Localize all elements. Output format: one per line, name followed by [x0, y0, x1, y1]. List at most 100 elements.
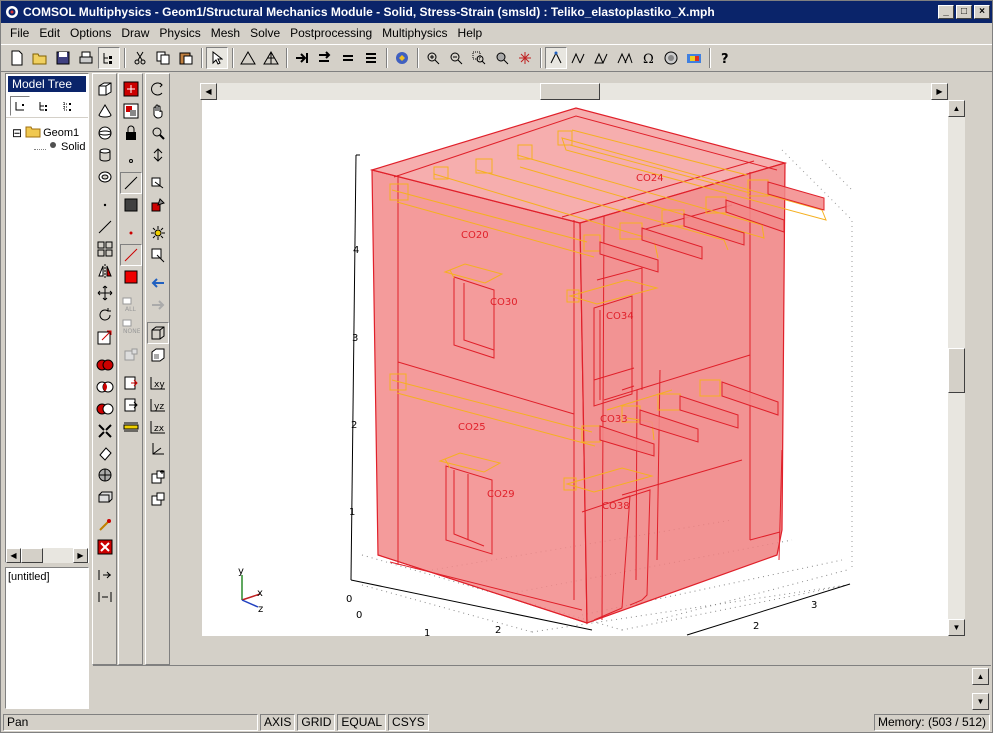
axis-toggle[interactable]: AXIS — [260, 713, 296, 731]
face-select-icon[interactable] — [120, 194, 142, 216]
block-icon[interactable] — [94, 78, 116, 100]
maximize-icon[interactable]: □ — [956, 5, 972, 19]
lock-icon[interactable] — [120, 122, 142, 144]
eraser-icon[interactable] — [94, 442, 116, 464]
plot-parameters-icon[interactable] — [391, 47, 413, 69]
print-icon[interactable] — [75, 47, 97, 69]
align-horizontal-icon[interactable] — [94, 564, 116, 586]
message-log[interactable]: ▲ ▼ — [93, 665, 991, 711]
pan-hand-icon[interactable] — [147, 100, 169, 122]
work-plane-icon[interactable] — [94, 514, 116, 536]
disabled-tool-icon[interactable] — [120, 344, 142, 366]
scroll-up-icon[interactable]: ▲ — [948, 100, 965, 117]
model-name-box[interactable]: [untitled] — [5, 567, 89, 709]
transparency-icon[interactable] — [147, 244, 169, 266]
scroll-right-icon[interactable]: ▶ — [931, 83, 948, 100]
menu-mesh[interactable]: Mesh — [206, 26, 245, 40]
create-composite-icon[interactable] — [120, 372, 142, 394]
mesh-mode-icon[interactable] — [660, 47, 682, 69]
beam-label[interactable]: CO33 — [600, 414, 628, 425]
difference-icon[interactable] — [94, 398, 116, 420]
line-icon[interactable] — [94, 216, 116, 238]
default-3d-view-icon[interactable] — [147, 438, 169, 460]
log-vertical-scrollbar[interactable]: ▲ ▼ — [972, 668, 989, 710]
view-xy-icon[interactable]: xy — [147, 372, 169, 394]
beam-label[interactable]: CO38 — [602, 501, 630, 512]
point-mode-icon[interactable] — [545, 47, 567, 69]
select-none-icon[interactable]: NONE — [120, 316, 142, 338]
wireframe-icon[interactable] — [146, 322, 169, 344]
forward-arrow-icon[interactable] — [147, 294, 169, 316]
increase-transparency-icon[interactable] — [147, 466, 169, 488]
back-arrow-icon[interactable] — [147, 272, 169, 294]
beam-label[interactable]: CO34 — [606, 311, 634, 322]
paste-icon[interactable] — [175, 47, 197, 69]
postprocessing-mode-icon[interactable] — [683, 47, 705, 69]
scroll-thumb[interactable] — [948, 348, 965, 393]
scene-light-icon[interactable] — [514, 47, 536, 69]
scroll-up-icon[interactable]: ▲ — [972, 668, 989, 685]
cone-icon[interactable] — [94, 100, 116, 122]
menu-postprocessing[interactable]: Postprocessing — [285, 26, 377, 40]
subdomain-mode-icon[interactable] — [614, 47, 636, 69]
geometry-view-icon[interactable] — [10, 95, 30, 116]
refine-mesh-icon[interactable] — [260, 47, 282, 69]
scroll-down-icon[interactable]: ▼ — [972, 693, 989, 710]
close-icon[interactable]: × — [974, 5, 990, 19]
menu-physics[interactable]: Physics — [154, 26, 205, 40]
menu-edit[interactable]: Edit — [34, 26, 65, 40]
mirror-icon[interactable] — [94, 260, 116, 282]
scroll-right-icon[interactable]: ▶ — [73, 548, 88, 563]
scroll-left-icon[interactable]: ◀ — [6, 548, 21, 563]
zoom-icon[interactable] — [147, 122, 169, 144]
zoom-in-icon[interactable] — [422, 47, 444, 69]
csys-toggle[interactable]: CSYS — [388, 713, 429, 731]
orbit-icon[interactable] — [147, 78, 169, 100]
geometry-svg[interactable]: CO24 CO20 CO30 CO34 CO25 CO33 CO29 CO38 … — [202, 100, 948, 639]
delete-icon[interactable] — [94, 536, 116, 558]
sphere-icon[interactable] — [94, 122, 116, 144]
menu-options[interactable]: Options — [65, 26, 116, 40]
beam-label[interactable]: CO24 — [636, 173, 664, 184]
new-file-icon[interactable] — [6, 47, 28, 69]
menu-file[interactable]: File — [5, 26, 34, 40]
measure-icon[interactable] — [120, 416, 142, 438]
align-vertical-icon[interactable] — [94, 586, 116, 608]
parametric-icon[interactable] — [360, 47, 382, 69]
geometry-3d-view[interactable]: CO24 CO20 CO30 CO34 CO25 CO33 CO29 CO38 … — [202, 100, 948, 639]
help-icon[interactable]: ? — [714, 47, 736, 69]
open-folder-icon[interactable] — [29, 47, 51, 69]
beam-label[interactable]: CO29 — [487, 489, 515, 500]
snap-icon[interactable] — [120, 78, 142, 100]
rotate-icon[interactable] — [94, 304, 116, 326]
physics-view-icon[interactable] — [34, 96, 54, 116]
model-tree-toggle-icon[interactable] — [98, 47, 120, 69]
edge-select-icon[interactable] — [119, 172, 142, 194]
edge-mode-icon[interactable] — [568, 47, 590, 69]
view-yz-icon[interactable]: yz — [147, 394, 169, 416]
menu-multiphysics[interactable]: Multiphysics — [377, 26, 452, 40]
zoom-out-icon[interactable] — [445, 47, 467, 69]
decrease-transparency-icon[interactable] — [147, 488, 169, 510]
tree-node-solid[interactable]: Solid — [34, 140, 85, 153]
equals-icon[interactable] — [337, 47, 359, 69]
split-icon[interactable] — [94, 420, 116, 442]
edge-red-icon[interactable] — [119, 244, 142, 266]
extrude-icon[interactable] — [94, 486, 116, 508]
boundary-mode-icon[interactable] — [591, 47, 613, 69]
sun-light-icon[interactable] — [147, 222, 169, 244]
view-zx-icon[interactable]: zx — [147, 416, 169, 438]
zoom-extents-icon[interactable] — [491, 47, 513, 69]
move-view-icon[interactable] — [147, 144, 169, 166]
select-all-icon[interactable]: ALL — [120, 294, 142, 316]
solve-icon[interactable] — [291, 47, 313, 69]
scroll-thumb[interactable] — [21, 548, 43, 563]
select-region-icon[interactable] — [120, 100, 142, 122]
canvas-vertical-scrollbar[interactable]: ▲ ▼ — [948, 100, 965, 636]
save-icon[interactable] — [52, 47, 74, 69]
menu-help[interactable]: Help — [453, 26, 488, 40]
union-icon[interactable] — [94, 354, 116, 376]
move-icon[interactable] — [94, 282, 116, 304]
zoom-window-icon[interactable] — [468, 47, 490, 69]
point-red-icon[interactable] — [120, 222, 142, 244]
